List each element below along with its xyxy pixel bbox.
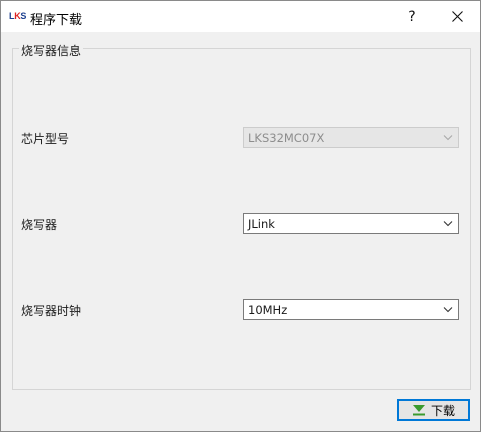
chip-model-label: 芯片型号 <box>21 132 70 146</box>
programmer-label: 烧写器 <box>21 218 58 232</box>
close-icon <box>451 11 463 22</box>
chevron-down-icon <box>443 221 453 227</box>
lks-logo-icon: LKS <box>9 11 26 21</box>
close-button[interactable] <box>434 1 480 32</box>
help-icon: ? <box>408 8 416 25</box>
programmer-clock-value: 10MHz <box>248 303 288 317</box>
download-arrow-icon <box>412 405 425 416</box>
chevron-down-icon <box>443 307 453 313</box>
download-dialog: LKS 程序下载 ? 烧写器信息 芯片型号 LKS32MC07X 烧写器 JLi… <box>0 0 481 432</box>
logo-letter-s: S <box>20 11 27 21</box>
chip-model-value: LKS32MC07X <box>248 131 325 145</box>
download-button[interactable]: 下载 <box>397 399 470 421</box>
programmer-value: JLink <box>248 217 275 231</box>
download-label: 下载 <box>430 403 455 418</box>
programmer-clock-label: 烧写器时钟 <box>21 304 82 318</box>
programmer-clock-select[interactable]: 10MHz <box>243 299 459 320</box>
chip-model-select: LKS32MC07X <box>243 127 459 148</box>
help-button[interactable]: ? <box>389 1 435 32</box>
group-title: 烧写器信息 <box>19 42 84 59</box>
window-title: 程序下载 <box>30 13 83 28</box>
programmer-select[interactable]: JLink <box>243 213 459 234</box>
chevron-down-icon <box>443 135 453 141</box>
title-bar: LKS 程序下载 ? <box>1 1 480 32</box>
